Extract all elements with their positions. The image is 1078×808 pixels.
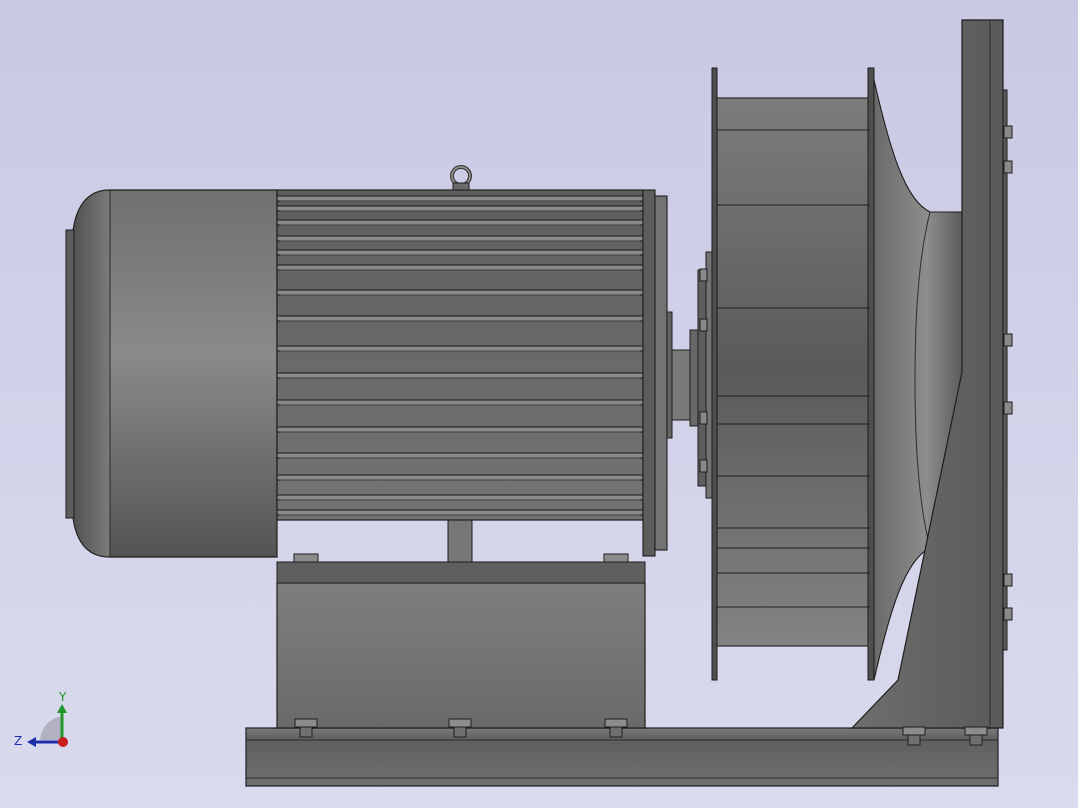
cooling-fin — [276, 509, 644, 516]
motor-pedestal[interactable] — [276, 505, 646, 729]
cooling-fin — [276, 452, 644, 459]
cooling-fin — [276, 195, 644, 202]
motor-foot-bolt — [293, 553, 319, 563]
cooling-fin — [276, 235, 644, 242]
cooling-fin — [276, 474, 644, 481]
cooling-fin — [276, 345, 644, 352]
plate-bolt — [1003, 401, 1013, 415]
fan-impeller[interactable] — [711, 67, 875, 681]
cooling-fin — [276, 219, 644, 226]
z-axis-label: Z — [14, 734, 22, 748]
motor-foot-bolt — [603, 553, 629, 563]
hub-bolt — [699, 318, 708, 332]
cooling-fin — [276, 426, 644, 433]
cad-model-view[interactable]: Y Z — [0, 0, 1078, 808]
y-axis-label: Y — [58, 690, 67, 704]
cooling-fin — [276, 372, 644, 379]
motor-end-cap[interactable] — [65, 189, 278, 558]
plate-bolt — [1003, 333, 1013, 347]
hub-bolt — [699, 459, 708, 473]
cooling-fin — [276, 264, 644, 271]
graphics-viewport[interactable]: Y Z — [0, 0, 1078, 808]
hub-bolt — [699, 268, 708, 282]
y-arrow-icon — [57, 704, 67, 713]
cooling-fin — [276, 205, 644, 212]
plate-bolt — [1003, 573, 1013, 587]
shaft-coupling[interactable] — [671, 251, 714, 499]
motor-finned-body[interactable] — [276, 189, 644, 521]
coordinate-triad[interactable]: Y Z — [14, 690, 68, 748]
plate-bolt — [1003, 160, 1013, 174]
plate-bolt — [1003, 607, 1013, 621]
cooling-fin — [276, 315, 644, 322]
cooling-fin — [276, 494, 644, 501]
lifting-eye[interactable] — [450, 165, 472, 191]
z-arrow-icon — [27, 737, 36, 747]
cooling-fin — [276, 289, 644, 296]
plate-bolt — [1003, 125, 1013, 139]
motor-flange[interactable] — [642, 189, 673, 557]
cooling-fin — [276, 249, 644, 256]
x-axis-point — [58, 737, 68, 747]
hub-bolt — [699, 411, 708, 425]
cooling-fin — [276, 399, 644, 406]
